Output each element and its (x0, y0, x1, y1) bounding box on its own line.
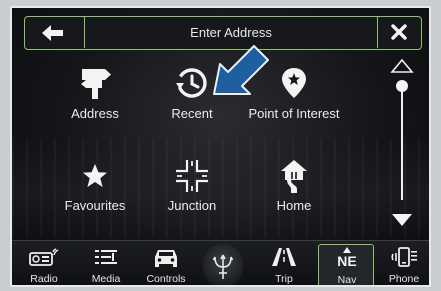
nav-screen: Enter Address Address Recent Point of In… (10, 6, 431, 287)
scroll-up-icon[interactable] (390, 58, 414, 74)
clock-history-icon (176, 68, 207, 98)
trident-logo-icon (212, 254, 234, 279)
nav-nav-label: Nav (337, 274, 357, 286)
nav-media[interactable]: Media (78, 244, 134, 285)
callout-arrow (213, 45, 269, 95)
star-icon (83, 164, 107, 187)
home-button[interactable]: Home (239, 152, 349, 222)
scrollbar-track[interactable] (401, 88, 403, 200)
bottom-nav-bar: Radio Media Controls Trip NE Nav Phone (12, 240, 429, 286)
nav-media-label: Media (91, 273, 121, 285)
compass-heading: NE (337, 253, 357, 269)
nav-controls-label: Controls (146, 273, 186, 285)
nav-nav[interactable]: NE Nav (318, 244, 374, 286)
scroll-down-icon[interactable] (390, 212, 414, 228)
phone-icon (391, 247, 417, 267)
home-road-icon (281, 160, 307, 193)
nav-phone-label: Phone (388, 273, 420, 285)
nav-phone[interactable]: Phone (376, 244, 429, 285)
nav-trip-label: Trip (275, 273, 293, 285)
arrow-left-icon (42, 25, 63, 41)
crossroads-icon (176, 160, 208, 192)
nav-controls[interactable]: Controls (138, 244, 194, 285)
back-button[interactable] (25, 17, 85, 48)
nav-radio[interactable]: Radio (16, 244, 72, 285)
map-pin-star-icon (282, 68, 306, 98)
close-button[interactable] (377, 17, 421, 48)
nav-trip[interactable]: Trip (256, 244, 312, 285)
radio-icon (29, 248, 59, 266)
media-icon (95, 250, 117, 264)
car-controls-icon (155, 250, 177, 267)
close-icon (391, 24, 407, 40)
compass-icon: NE (332, 247, 362, 270)
road-icon (272, 248, 296, 266)
scrollbar-thumb[interactable] (396, 80, 408, 92)
home-label: Home (276, 198, 312, 213)
point-of-interest-label: Point of Interest (248, 106, 340, 121)
signpost-icon (81, 69, 111, 99)
nav-radio-label: Radio (30, 273, 58, 285)
center-logo (203, 244, 243, 285)
